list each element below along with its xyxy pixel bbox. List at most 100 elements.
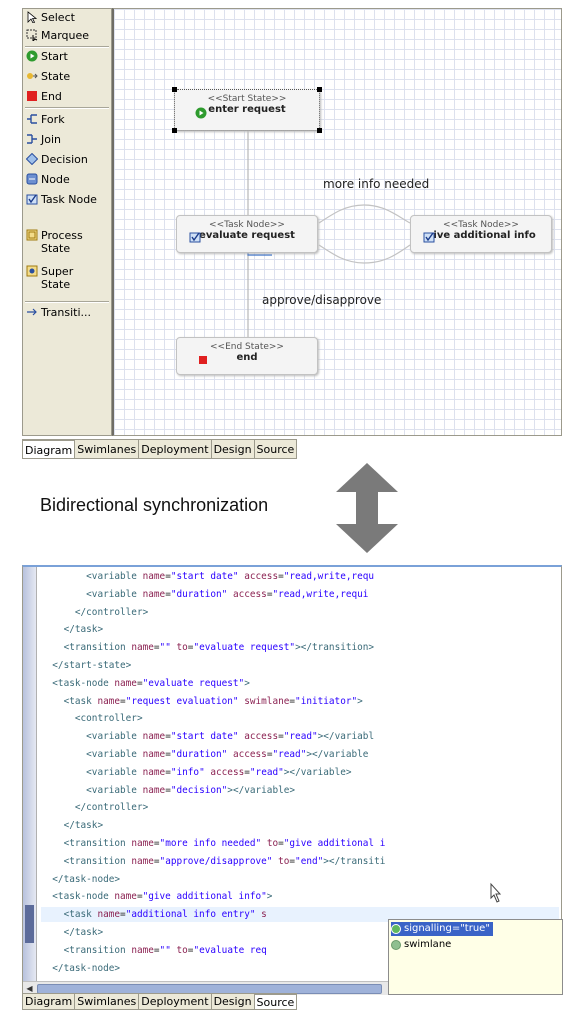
palette-start[interactable]: Start xyxy=(26,50,68,63)
palette-process-state[interactable]: Process State xyxy=(26,229,106,255)
selection-handle[interactable] xyxy=(317,87,322,92)
code-line[interactable]: </controller> xyxy=(41,800,148,815)
tab-swimlanes[interactable]: Swimlanes xyxy=(75,993,140,1010)
code-token: </task> xyxy=(41,624,104,636)
palette-transition[interactable]: Transiti... xyxy=(26,306,112,319)
end-state-icon xyxy=(26,90,38,102)
text-cursor-icon xyxy=(490,882,502,903)
code-token: > xyxy=(266,891,273,903)
evaluate-task-node[interactable]: <<Task Node>> evaluate request xyxy=(176,215,318,253)
palette-node[interactable]: Node xyxy=(26,173,70,186)
code-line[interactable]: </task-node> xyxy=(41,961,120,976)
palette-label: State xyxy=(41,70,71,83)
assist-item-signalling[interactable]: signalling="true" xyxy=(391,922,493,936)
code-token: <transition xyxy=(41,944,132,956)
palette-label: Select xyxy=(41,11,75,24)
palette-fork[interactable]: Fork xyxy=(26,113,65,126)
palette-join[interactable]: Join xyxy=(26,133,61,146)
code-line[interactable]: <transition name="" to="evaluate request… xyxy=(41,640,375,655)
palette-end[interactable]: End xyxy=(26,90,62,103)
editor-tabs-top: Diagram Swimlanes Deployment Design Sour… xyxy=(22,439,298,459)
code-token: </task> xyxy=(41,927,104,938)
code-line[interactable]: <variable name="duration" access="read">… xyxy=(41,747,368,762)
editor-tabs-bottom: Diagram Swimlanes Deployment Design Sour… xyxy=(22,993,298,1010)
transition-icon xyxy=(26,306,38,318)
palette-label: End xyxy=(41,90,62,103)
code-line[interactable]: <task-node name="evaluate request"> xyxy=(41,676,250,691)
palette-super-state[interactable]: Super State xyxy=(26,265,106,291)
code-line[interactable]: </controller> xyxy=(41,605,148,620)
tab-source[interactable]: Source xyxy=(254,439,298,459)
code-line[interactable]: <transition name="" to="evaluate req xyxy=(41,943,267,958)
code-line[interactable]: <task name="request evaluation" swimlane… xyxy=(41,694,363,709)
code-line[interactable]: <variable name="decision"></variable> xyxy=(41,783,295,798)
code-token: access xyxy=(232,749,267,760)
palette-label: Super State xyxy=(41,265,74,291)
code-line[interactable]: <variable name="start date" access="read… xyxy=(41,569,374,584)
tab-deployment[interactable]: Deployment xyxy=(139,993,212,1010)
code-token: name xyxy=(142,784,166,796)
tab-swimlanes[interactable]: Swimlanes xyxy=(75,439,140,459)
code-token: <task xyxy=(41,695,98,707)
code-token: access xyxy=(244,571,279,582)
code-token: name xyxy=(131,855,154,867)
assist-label: swimlane xyxy=(404,939,452,950)
code-token: <task-node xyxy=(41,677,115,689)
tab-deployment[interactable]: Deployment xyxy=(139,439,212,459)
source-pane[interactable]: <variable name="start date" access="read… xyxy=(22,565,563,995)
code-token: "" xyxy=(159,944,171,956)
code-token: swimlane xyxy=(244,695,290,707)
selection-handle[interactable] xyxy=(317,128,322,133)
code-token: <task xyxy=(41,909,98,921)
assist-item-swimlane[interactable]: swimlane xyxy=(391,938,451,952)
code-token: "duration" xyxy=(170,588,228,600)
start-state-node[interactable]: <<Start State>> enter request xyxy=(172,87,322,133)
code-token: ></variable> xyxy=(227,784,296,796)
code-line[interactable]: <variable name="start date" access="read… xyxy=(41,729,374,744)
tab-diagram[interactable]: Diagram xyxy=(22,439,76,459)
code-line[interactable]: <transition name="more info needed" to="… xyxy=(41,836,386,851)
code-token: </task> xyxy=(41,820,104,832)
palette-state[interactable]: State xyxy=(26,70,70,83)
palette-select[interactable]: Select xyxy=(26,11,75,24)
diagram-editor: Select Marquee Start State End Fork Join… xyxy=(22,4,562,460)
diagram-canvas[interactable]: <<Start State>> enter request <<Task Nod… xyxy=(112,8,562,436)
code-line[interactable]: <task-node name="give additional info"> xyxy=(41,889,272,904)
tab-design[interactable]: Design xyxy=(211,439,255,459)
palette-task-node[interactable]: Task Node xyxy=(26,193,106,206)
code-line[interactable]: <variable name="info" access="read"></va… xyxy=(41,765,351,780)
tab-diagram[interactable]: Diagram xyxy=(22,993,76,1010)
end-state-node[interactable]: <<End State>> end xyxy=(176,337,318,375)
transition-label-more-info[interactable]: more info needed xyxy=(323,177,429,191)
code-line[interactable]: <transition name="approve/disapprove" to… xyxy=(41,854,386,869)
code-line[interactable]: </task> xyxy=(41,622,104,637)
code-token: "start date" xyxy=(170,731,239,743)
selection-handle[interactable] xyxy=(172,87,177,92)
editor-gutter xyxy=(23,567,37,981)
code-line[interactable]: <variable name="duration" access="read,w… xyxy=(41,587,368,602)
palette-label: Node xyxy=(41,173,70,186)
tab-source[interactable]: Source xyxy=(254,993,298,1010)
give-info-task-node[interactable]: <<Task Node>> give additional info xyxy=(410,215,552,253)
code-line[interactable]: </task> xyxy=(41,925,104,940)
code-line[interactable]: </task-node> xyxy=(41,872,120,887)
process-state-icon xyxy=(26,229,38,241)
sync-caption: Bidirectional synchronization xyxy=(40,495,269,515)
code-line[interactable]: </task> xyxy=(41,818,104,833)
code-line[interactable]: <controller> xyxy=(41,711,143,726)
code-token: name xyxy=(114,891,137,903)
code-token: "" xyxy=(159,642,171,654)
state-icon xyxy=(26,70,38,82)
selection-handle[interactable] xyxy=(172,128,177,133)
select-arrow-icon xyxy=(26,11,38,24)
code-token: <variable xyxy=(41,571,143,582)
double-arrow-icon xyxy=(336,463,398,553)
code-line[interactable]: </start-state> xyxy=(41,658,131,673)
palette-decision[interactable]: Decision xyxy=(25,152,88,166)
transition-label-approve[interactable]: approve/disapprove xyxy=(262,293,381,307)
palette-label: Start xyxy=(41,50,68,63)
tab-design[interactable]: Design xyxy=(211,993,255,1010)
palette-marquee[interactable]: Marquee xyxy=(26,29,89,43)
code-token: name xyxy=(131,642,154,654)
code-token: "evaluate req xyxy=(193,944,267,956)
